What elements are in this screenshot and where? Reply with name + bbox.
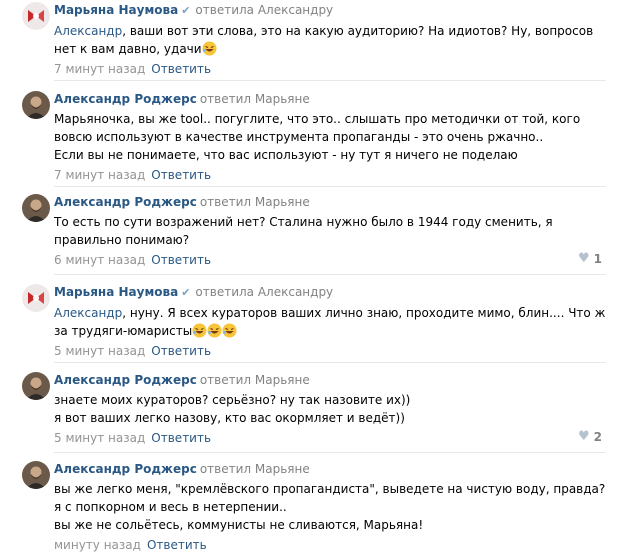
comment-body: Александр Роджерс ответил Марьяне вы же л… bbox=[54, 461, 606, 553]
heart-icon: ♥ bbox=[577, 251, 590, 266]
like-count: 1 bbox=[593, 251, 602, 266]
comment-text: знаете моих кураторов? серьёзно? ну так … bbox=[54, 391, 606, 427]
timestamp[interactable]: 7 минут назад bbox=[54, 62, 145, 76]
comment-body: Марьяна Наумова ✔ ответила Александру Алек… bbox=[54, 2, 606, 77]
avatar[interactable] bbox=[22, 194, 50, 222]
rofl-emoji-icon bbox=[202, 41, 217, 56]
reply-to-label[interactable]: ответил Марьяне bbox=[200, 92, 310, 106]
comment-body: Александр Роджерс ответил Марьяне То есть… bbox=[54, 194, 606, 268]
comment-text: Александр, ваши вот эти слова, это на ка… bbox=[54, 22, 606, 58]
comment-line: знаете моих кураторов? серьёзно? ну так … bbox=[54, 393, 411, 407]
comment-text: Александр, нуну. Я всех кураторов ваших … bbox=[54, 304, 606, 340]
comment-line: я вот ваших легко назову, кто вас окормл… bbox=[54, 411, 405, 425]
comment-line: я с попкорном и весь в нетерпении.. bbox=[54, 500, 287, 514]
comment-line: вы же легко меня, "кремлёвского пропаган… bbox=[54, 482, 606, 496]
avatar[interactable] bbox=[22, 91, 50, 119]
reply-button[interactable]: Ответить bbox=[151, 62, 211, 76]
author-name[interactable]: Александр Роджерс bbox=[54, 462, 197, 476]
like-button[interactable]: ♥ 1 bbox=[578, 251, 602, 266]
comment-line: вы же не сольётесь, коммунисты не сливаю… bbox=[54, 518, 424, 532]
comment-line: правильно понимаю? bbox=[54, 233, 190, 247]
like-count: 2 bbox=[593, 429, 602, 444]
avatar[interactable] bbox=[22, 284, 50, 312]
verified-check-icon: ✔ bbox=[181, 4, 191, 17]
like-button[interactable]: ♥ 2 bbox=[578, 429, 602, 444]
author-name[interactable]: Александр Роджерс bbox=[54, 92, 197, 106]
timestamp[interactable]: 7 минут назад bbox=[54, 168, 145, 182]
heart-icon: ♥ bbox=[577, 429, 590, 444]
comment-line: Если вы не понимаете, что вас используют… bbox=[54, 148, 518, 162]
divider bbox=[54, 274, 606, 275]
comment-text: Марьяночка, вы же tool.. погуглите, что … bbox=[54, 110, 606, 164]
reply-button[interactable]: Ответить bbox=[147, 538, 207, 552]
verified-check-icon: ✔ bbox=[181, 286, 191, 299]
comment-thread: Марьяна Наумова ✔ ответила Александру Алек… bbox=[0, 0, 620, 552]
comment-line: за трудяги-юмаристы bbox=[54, 324, 193, 338]
reply-to-label[interactable]: ответила Александру bbox=[195, 285, 333, 299]
author-name[interactable]: Марьяна Наумова bbox=[54, 3, 178, 17]
reply-to-label[interactable]: ответил Марьяне bbox=[200, 373, 310, 387]
comment-body: Александр Роджерс ответил Марьяне знаете … bbox=[54, 372, 606, 446]
reply-button[interactable]: Ответить bbox=[151, 431, 211, 445]
timestamp[interactable]: 6 минут назад bbox=[54, 253, 145, 267]
comment-body: Александр Роджерс ответил Марьяне Марьяно… bbox=[54, 91, 606, 183]
rofl-emoji-icon bbox=[222, 323, 237, 338]
reply-button[interactable]: Ответить bbox=[151, 253, 211, 267]
timestamp[interactable]: 5 минут назад bbox=[54, 431, 145, 445]
rofl-emoji-icon bbox=[207, 323, 222, 338]
reply-to-label[interactable]: ответил Марьяне bbox=[200, 195, 310, 209]
divider bbox=[54, 362, 606, 363]
mention-link[interactable]: Александр bbox=[54, 24, 122, 38]
reply-to-label[interactable]: ответил Марьяне bbox=[200, 462, 310, 476]
reply-to-label[interactable]: ответила Александру bbox=[195, 3, 333, 17]
reply-button[interactable]: Ответить bbox=[151, 344, 211, 358]
comment-line: нет к вам давно, удачи bbox=[54, 42, 202, 56]
comment-line: Марьяночка, вы же tool.. погуглите, что … bbox=[54, 112, 581, 126]
divider bbox=[54, 452, 606, 453]
avatar[interactable] bbox=[22, 461, 50, 489]
comment-line: , ваши вот эти слова, это на какую аудит… bbox=[122, 24, 594, 38]
reply-button[interactable]: Ответить bbox=[151, 168, 211, 182]
divider bbox=[54, 186, 606, 187]
comment-line: вовсю используют в качестве инструмента … bbox=[54, 130, 544, 144]
avatar[interactable] bbox=[22, 372, 50, 400]
author-name[interactable]: Александр Роджерс bbox=[54, 195, 197, 209]
comment-body: Марьяна Наумова ✔ ответила Александру Алек… bbox=[54, 284, 606, 359]
avatar[interactable] bbox=[22, 2, 50, 30]
divider bbox=[54, 80, 606, 81]
comment-line: , нуну. Я всех кураторов ваших лично зна… bbox=[122, 306, 606, 320]
comment-text: То есть по сути возражений нет? Сталина … bbox=[54, 213, 606, 249]
comment-line: То есть по сути возражений нет? Сталина … bbox=[54, 215, 553, 229]
timestamp[interactable]: минуту назад bbox=[54, 538, 141, 552]
mention-link[interactable]: Александр bbox=[54, 306, 122, 320]
author-name[interactable]: Александр Роджерс bbox=[54, 373, 197, 387]
rofl-emoji-icon bbox=[192, 323, 207, 338]
comment-text: вы же легко меня, "кремлёвского пропаган… bbox=[54, 480, 606, 534]
timestamp[interactable]: 5 минут назад bbox=[54, 344, 145, 358]
author-name[interactable]: Марьяна Наумова bbox=[54, 285, 178, 299]
